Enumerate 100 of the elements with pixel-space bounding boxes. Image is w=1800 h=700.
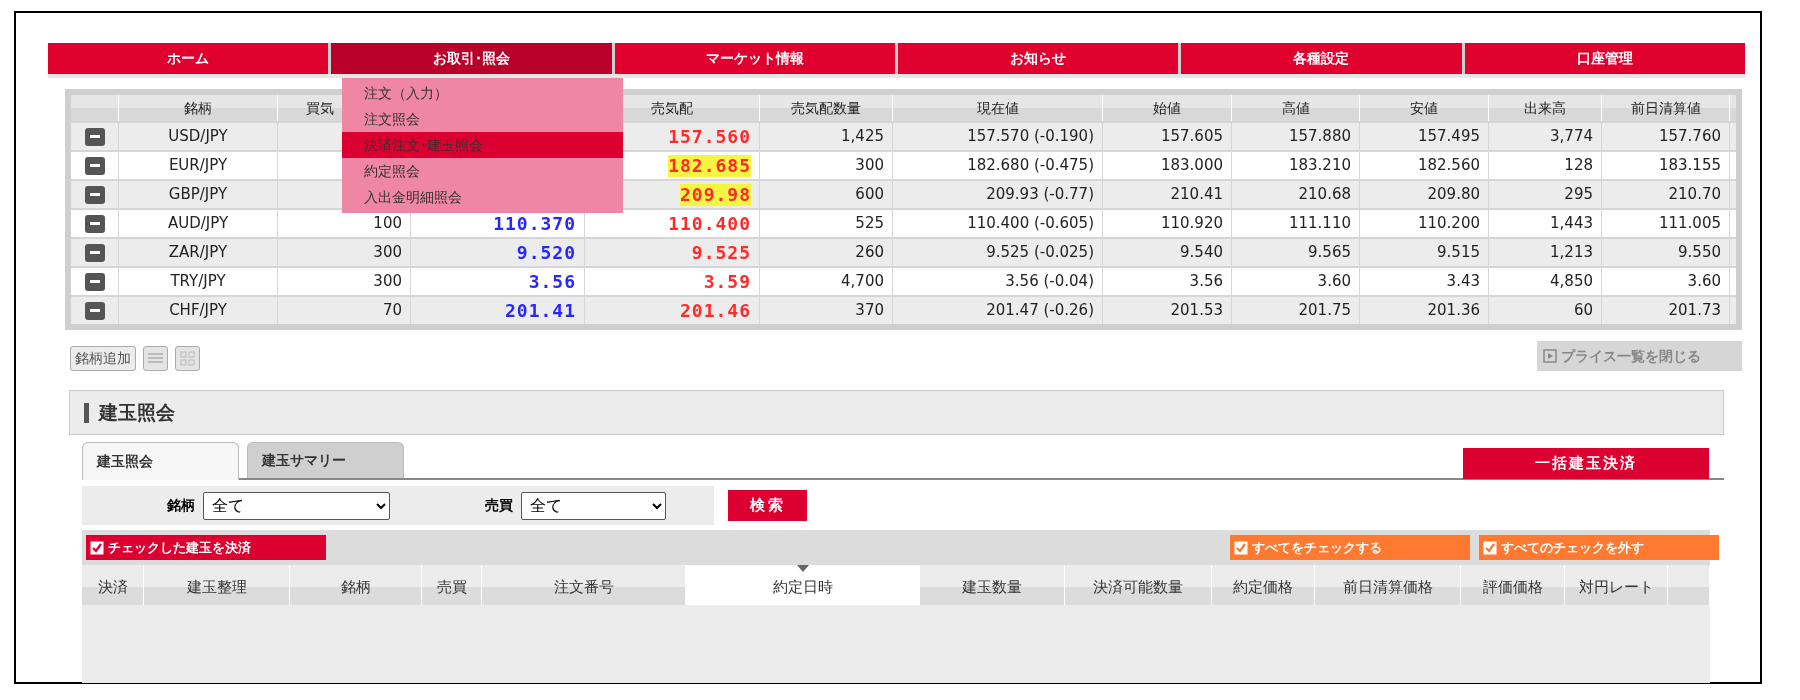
table-cell-text: 295 [1564,184,1593,206]
table-cell-text: 3.60 [1317,271,1351,293]
section-title: 建玉照会 [99,400,175,426]
table-cell-text: 157.570 (-0.190) [967,126,1094,148]
table-cell-text: 110.400 (-0.605) [967,213,1094,235]
remove-button[interactable] [84,185,105,204]
column-header: 現在値 [976,98,1019,118]
search-button[interactable]: 検索 [728,490,807,521]
minus-icon [89,164,100,167]
column-header: 売気配数量 [791,98,861,118]
table-cell-text: 201.53 [1170,300,1223,322]
menu-item[interactable]: 注文（入力） [342,80,623,106]
nav-tab[interactable]: 口座管理 [1464,43,1745,74]
table-cell-text: 300 [373,242,402,264]
column-header: 出来高 [1524,98,1566,118]
table-cell-text: EUR/JPY [168,155,228,177]
table-cell-text: 183.210 [1288,155,1351,177]
ask-price: 209.98 [679,183,751,206]
bid-price: 9.520 [516,241,576,264]
minus-icon [89,251,100,254]
filter-label: 売買 [485,496,513,515]
table-cell-text: 201.47 (-0.26) [986,300,1094,322]
table-cell-text: 1,213 [1550,242,1593,264]
table-cell-text: 182.560 [1417,155,1480,177]
ask-price: 157.560 [668,125,751,148]
menu-item[interactable]: 約定照会 [342,158,623,184]
ask-price: 3.59 [703,270,751,293]
table-cell-text: CHF/JPY [169,300,227,322]
nav-tab[interactable]: お取引･照会 [331,43,612,74]
section-marker [84,402,89,423]
filter-select[interactable]: 全て [203,491,390,520]
table-cell-text: 3.56 (-0.04) [1005,271,1094,293]
table-cell-text: 3.56 [1189,271,1223,293]
minus-icon [89,193,100,196]
column-header: 買気 [306,98,334,118]
menu-item[interactable]: 入出金明細照会 [342,184,623,210]
column-header[interactable]: 建玉数量 [920,565,1065,605]
table-cell-text: 370 [855,300,884,322]
table-cell-text: 260 [855,242,884,264]
column-header: 売気配 [651,98,693,118]
checkbox-icon [1483,540,1497,555]
table-cell-text: 128 [1564,155,1593,177]
bid-price: 201.41 [504,299,576,322]
column-header[interactable]: 売買 [422,565,482,605]
table-cell-text: 1,443 [1550,213,1593,235]
table-cell-text: 183.155 [1658,155,1721,177]
table-cell-text: 157.605 [1160,126,1223,148]
grid-icon [180,351,195,366]
table-cell-text: ZAR/JPY [168,242,228,264]
table-cell-text: 111.005 [1658,213,1721,235]
column-header[interactable]: 約定価格 [1212,565,1315,605]
settle-checked-button[interactable]: チェックした建玉を決済 [86,535,326,560]
table-cell-text: 9.515 [1437,242,1480,264]
column-header[interactable]: 前日清算価格 [1315,565,1461,605]
table-cell-text: USD/JPY [168,126,228,148]
nav-tab[interactable]: 各種設定 [1181,43,1462,74]
remove-button[interactable] [84,301,105,320]
table-cell-text: 1,425 [841,126,884,148]
remove-button[interactable] [84,127,105,146]
nav-tab[interactable]: マーケット情報 [614,43,895,74]
table-cell-text: 111.110 [1288,213,1351,235]
column-header[interactable]: 決済可能数量 [1065,565,1212,605]
table-cell-text: 210.70 [1668,184,1721,206]
tab[interactable]: 建玉サマリー [247,442,404,478]
minus-icon [89,280,100,283]
tab[interactable]: 建玉照会 [82,442,239,480]
column-header: 前日清算値 [1630,98,1701,118]
table-cell-text: 9.525 (-0.025) [986,242,1094,264]
column-header[interactable]: 約定日時 [686,565,920,605]
column-header[interactable]: 銘柄 [290,565,422,605]
minus-icon [89,222,100,225]
table-cell-text: 210.41 [1170,184,1223,206]
remove-button[interactable] [84,156,105,175]
table-cell-text: 201.73 [1668,300,1721,322]
checkbox-icon [90,540,104,555]
nav-tab[interactable]: お知らせ [898,43,1179,74]
table-cell-text: 209.93 (-0.77) [986,184,1094,206]
remove-button[interactable] [84,214,105,233]
filter-select[interactable]: 全て [521,491,666,520]
table-cell-text: 110.920 [1160,213,1223,235]
column-header: 高値 [1281,98,1310,118]
add-symbol-button[interactable]: 銘柄追加 [70,346,136,371]
column-header[interactable]: 決済 [82,565,144,605]
table-cell-text: 3.60 [1687,271,1721,293]
table-cell-text: AUD/JPY [167,213,229,235]
column-header[interactable]: 建玉整理 [144,565,290,605]
table-cell-text: 4,850 [1550,271,1593,293]
ask-price: 9.525 [691,241,751,264]
bid-price: 3.56 [528,270,576,293]
ask-price: 182.685 [668,154,751,177]
table-cell-text: 3.43 [1446,271,1480,293]
column-header[interactable]: 対円レート [1565,565,1668,605]
remove-button[interactable] [84,272,105,291]
remove-button[interactable] [84,243,105,262]
bulk-settle-button[interactable]: 一括建玉決済 [1463,448,1709,479]
column-header: 始値 [1153,98,1181,118]
column-header[interactable]: 評価価格 [1461,565,1565,605]
menu-item[interactable]: 注文照会 [342,106,623,132]
nav-tab[interactable]: ホーム [48,43,329,74]
table-cell-text: 157.760 [1658,126,1721,148]
